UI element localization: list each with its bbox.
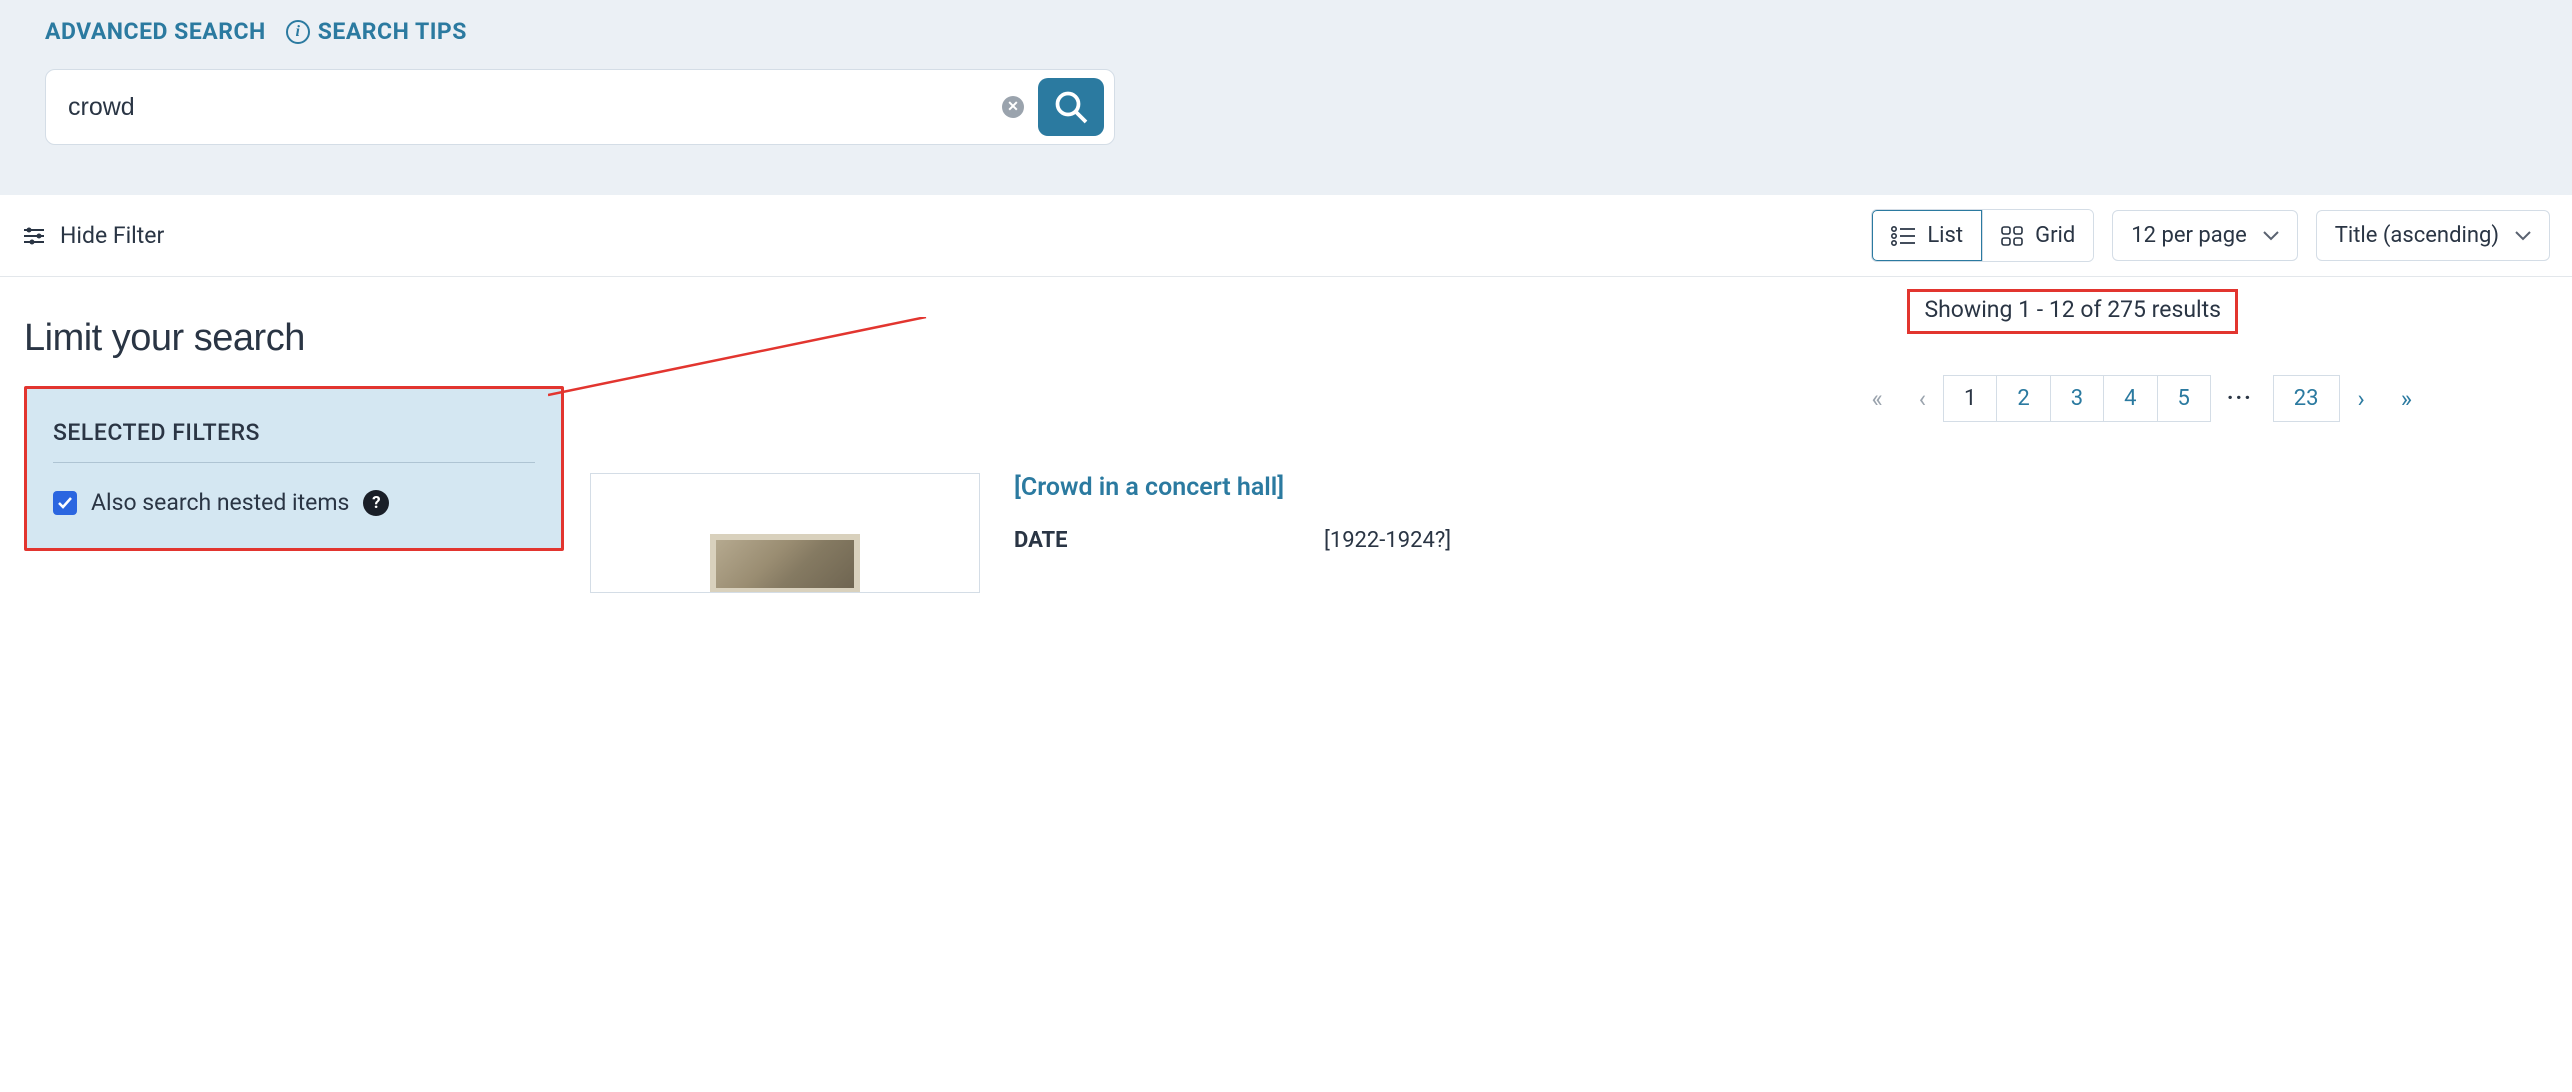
- search-button[interactable]: [1038, 78, 1104, 136]
- list-view-button[interactable]: List: [1871, 209, 1983, 262]
- nested-items-row: Also search nested items ?: [53, 489, 535, 516]
- divider: [53, 462, 535, 463]
- pagination-page-4[interactable]: 4: [2103, 375, 2157, 422]
- sort-dropdown[interactable]: Title (ascending): [2316, 210, 2550, 261]
- pagination-prev[interactable]: ‹: [1901, 377, 1944, 421]
- hide-filter-button[interactable]: Hide Filter: [22, 222, 164, 249]
- info-icon: i: [286, 20, 310, 44]
- thumbnail-image: [710, 534, 860, 593]
- pagination-page-1[interactable]: 1: [1943, 375, 1997, 422]
- list-icon: [1891, 225, 1917, 247]
- hide-filter-label: Hide Filter: [60, 222, 164, 249]
- pagination-first[interactable]: «: [1854, 377, 1901, 421]
- per-page-dropdown[interactable]: 12 per page: [2112, 210, 2297, 261]
- search-tips-label: SEARCH TIPS: [318, 18, 467, 45]
- meta-val-date: [1922-1924?]: [1324, 528, 1451, 553]
- grid-view-button[interactable]: Grid: [1982, 210, 2093, 261]
- search-header: ADVANCED SEARCH i SEARCH TIPS ✕: [0, 0, 2572, 195]
- search-icon: [1053, 89, 1089, 125]
- pagination-next[interactable]: ›: [2340, 377, 2383, 421]
- list-view-label: List: [1927, 223, 1963, 248]
- grid-icon: [2001, 225, 2025, 247]
- selected-filters-panel: SELECTED FILTERS Also search nested item…: [24, 386, 564, 551]
- main-area: Limit your search SELECTED FILTERS Also …: [0, 277, 2572, 551]
- search-tips-link[interactable]: i SEARCH TIPS: [286, 18, 467, 45]
- results-count-box: Showing 1 - 12 of 275 results: [1907, 289, 2238, 334]
- result-thumbnail[interactable]: [590, 473, 980, 593]
- grid-view-label: Grid: [2035, 223, 2075, 248]
- pagination-page-last[interactable]: 23: [2273, 375, 2340, 422]
- help-icon[interactable]: ?: [363, 490, 389, 516]
- results-toolbar: Hide Filter List Grid 12 per pa: [0, 195, 2572, 277]
- search-bar: ✕: [45, 69, 1115, 145]
- pagination-last[interactable]: »: [2383, 377, 2430, 421]
- search-input[interactable]: [68, 93, 1002, 122]
- result-title-link[interactable]: [Crowd in a concert hall]: [1014, 473, 2548, 502]
- pagination-page-5[interactable]: 5: [2157, 375, 2211, 422]
- chevron-down-icon: [2263, 231, 2279, 241]
- pagination-page-2[interactable]: 2: [1996, 375, 2050, 422]
- header-links: ADVANCED SEARCH i SEARCH TIPS: [45, 18, 2527, 45]
- pagination-page-3[interactable]: 3: [2050, 375, 2104, 422]
- pagination: « ‹ 1 2 3 4 5 ··· 23 › »: [1854, 375, 2430, 422]
- advanced-search-link[interactable]: ADVANCED SEARCH: [45, 18, 266, 45]
- view-toggle: List Grid: [1871, 209, 2094, 262]
- per-page-label: 12 per page: [2131, 223, 2246, 248]
- clear-icon[interactable]: ✕: [1002, 96, 1024, 118]
- nested-items-checkbox[interactable]: [53, 491, 77, 515]
- sort-label: Title (ascending): [2335, 223, 2499, 248]
- results-count: Showing 1 - 12 of 275 results: [1924, 296, 2221, 323]
- result-meta: [Crowd in a concert hall] DATE [1922-192…: [1014, 473, 2548, 593]
- pagination-ellipsis: ···: [2211, 376, 2269, 421]
- meta-row-date: DATE [1922-1924?]: [1014, 528, 2548, 553]
- meta-key-date: DATE: [1014, 528, 1324, 553]
- result-item: [Crowd in a concert hall] DATE [1922-192…: [590, 473, 2548, 593]
- check-icon: [57, 495, 73, 511]
- chevron-down-icon: [2515, 231, 2531, 241]
- filter-icon: [22, 226, 46, 246]
- selected-filters-heading: SELECTED FILTERS: [53, 419, 535, 446]
- nested-items-label: Also search nested items: [91, 489, 349, 516]
